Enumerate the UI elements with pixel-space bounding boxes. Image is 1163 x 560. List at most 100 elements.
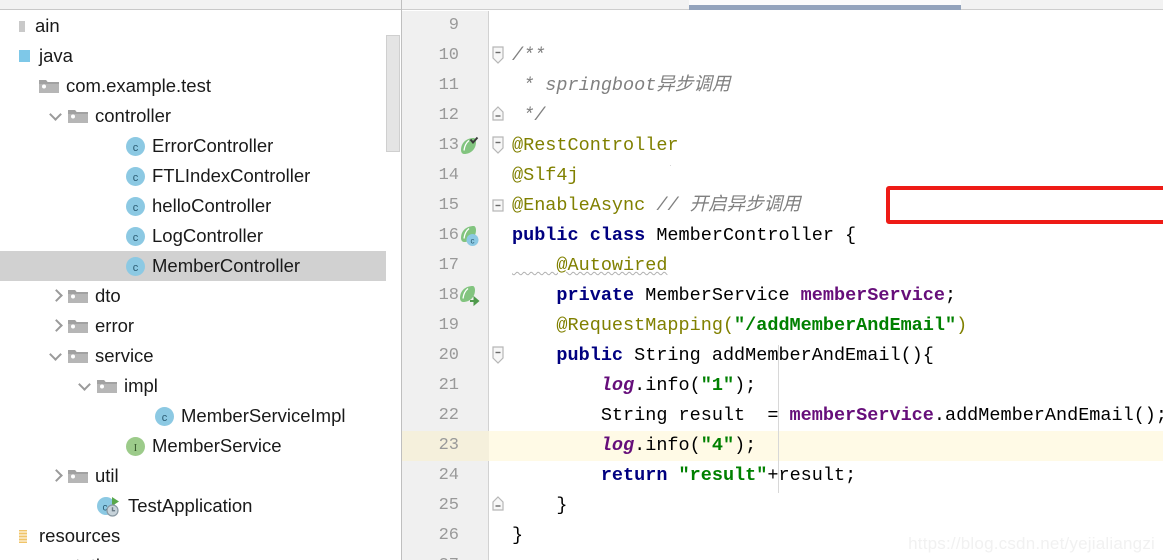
tree-item-com-example-test[interactable]: com.example.test [0,71,388,101]
code-line-11[interactable]: 11 * springboot异步调用 [402,71,1163,101]
chevron-down-icon[interactable] [48,108,65,125]
tree-item-resources[interactable]: resources [0,521,388,551]
tree-item-hellocontroller[interactable]: c helloController [0,191,388,221]
code-token: public [512,345,635,366]
fold-marker-minus[interactable] [490,196,510,216]
code-token: /** [512,45,546,66]
chevron-down-icon[interactable] [48,348,65,365]
code-text: @RequestMapping("/addMemberAndEmail") [512,311,967,341]
code-text: /** [512,41,545,71]
line-number: 19 [438,316,459,335]
java-source-icon [19,46,33,66]
svg-text:c: c [133,232,139,244]
bean-class-icon[interactable]: c [458,225,480,247]
code-line-17[interactable]: 17 @Autowired [402,251,1163,281]
tree-item-dto[interactable]: dto [0,281,388,311]
tree-item-service[interactable]: service [0,341,388,371]
ide-window: ain java com.example.test controller c ErrorC… [0,0,1163,560]
code-text: @Slf4j [512,161,579,191]
indent-guide [778,345,779,493]
code-text: */ [512,101,545,131]
line-number: 27 [402,551,489,560]
class-icon: c [125,136,146,157]
chevron-right-icon[interactable] [48,288,65,305]
tree-item-static[interactable]: static [0,551,388,560]
code-line-24[interactable]: 24 return "result"+result; [402,461,1163,491]
tree-item-label: com.example.test [66,75,211,96]
line-number: 23 [402,431,489,461]
code-line-10[interactable]: 10 /** [402,41,1163,71]
svg-text:I: I [134,442,138,454]
tree-item-label: util [95,465,119,486]
project-panel-header-strip [0,0,402,10]
tree-item-errorcontroller[interactable]: c ErrorController [0,131,388,161]
code-line-9[interactable]: 9 [402,11,1163,41]
line-number: 12 [438,106,459,125]
code-line-21[interactable]: 21 log.info("1"); [402,371,1163,401]
project-tree-list[interactable]: ain java com.example.test controller c ErrorC… [0,11,388,560]
tree-item-ftlindexcontroller[interactable]: c FTLIndexController [0,161,388,191]
code-token: } [512,525,524,546]
tree-item-impl[interactable]: impl [0,371,388,401]
tree-item-logcontroller[interactable]: c LogController [0,221,388,251]
line-number: 25 [438,496,459,515]
tree-item-controller[interactable]: controller [0,101,388,131]
tree-item-java[interactable]: java [0,41,388,71]
code-token: @RequestMapping( [512,315,735,336]
code-line-15[interactable]: 15 @EnableAsync // 开启异步调用 [402,191,1163,221]
code-line-16[interactable]: 16 c public class MemberController { [402,221,1163,251]
folder-icon [38,556,60,560]
code-viewport[interactable]: 9 10/** 11 * springboot异步调用 12 */13 @RestCon… [402,11,1163,560]
chevron-right-icon[interactable] [48,318,65,335]
chevron-down-icon[interactable] [77,378,94,395]
class-icon: c [125,226,146,247]
code-token: memberService [789,405,934,426]
fold-marker-start[interactable] [490,46,510,66]
interface-icon: I [125,436,146,457]
code-text: } [512,521,523,551]
tree-item-util[interactable]: util [0,461,388,491]
tree-scrollbar-thumb[interactable] [386,35,400,152]
editor-tab-strip[interactable] [402,0,1163,10]
tree-item-label: static [66,551,109,560]
svg-text:c: c [133,262,139,274]
project-tree-panel: ain java com.example.test controller c ErrorC… [0,0,402,560]
code-line-20[interactable]: 20 public String addMemberAndEmail(){ [402,341,1163,371]
tree-item-memberserviceimpl[interactable]: c MemberServiceImpl [0,401,388,431]
code-line-14[interactable]: 14 @Slf4j [402,161,1163,191]
fold-marker-end[interactable] [490,106,510,126]
tree-vertical-scrollbar[interactable] [386,11,400,551]
chevron-right-icon[interactable] [48,468,65,485]
code-line-22[interactable]: 22 String result = memberService.addMemb… [402,401,1163,431]
code-line-25[interactable]: 25 } [402,491,1163,521]
fold-marker-start[interactable] [490,136,510,156]
tree-item-ain[interactable]: ain [0,11,388,41]
code-line-12[interactable]: 12 */ [402,101,1163,131]
code-line-23[interactable]: 23 log.info("4"); [402,431,1163,461]
tree-item-memberservice[interactable]: I MemberService [0,431,388,461]
source-root-icon [19,16,29,36]
tree-item-membercontroller[interactable]: c MemberController [0,251,388,281]
code-text: log.info("1"); [512,371,756,401]
fold-marker-start[interactable] [490,346,510,366]
code-token: String result = [512,405,790,426]
tree-item-label: service [95,345,154,366]
code-line-18[interactable]: 18 private MemberService memberService; [402,281,1163,311]
code-token: ; [945,285,957,306]
bean-arrow-icon[interactable] [458,285,480,307]
code-line-13[interactable]: 13 @RestController [402,131,1163,161]
fold-marker-end[interactable] [490,496,510,516]
bean-check-icon[interactable] [458,135,480,157]
tree-item-label: resources [39,525,121,546]
code-line-19[interactable]: 19 @RequestMapping("/addMemberAndEmail") [402,311,1163,341]
code-token: "/addMemberAndEmail" [734,315,957,336]
tree-item-testapplication[interactable]: c TestApplication [0,491,388,521]
code-token: +result; [767,465,857,486]
tree-item-label: ain [35,15,60,36]
tree-item-error[interactable]: error [0,311,388,341]
